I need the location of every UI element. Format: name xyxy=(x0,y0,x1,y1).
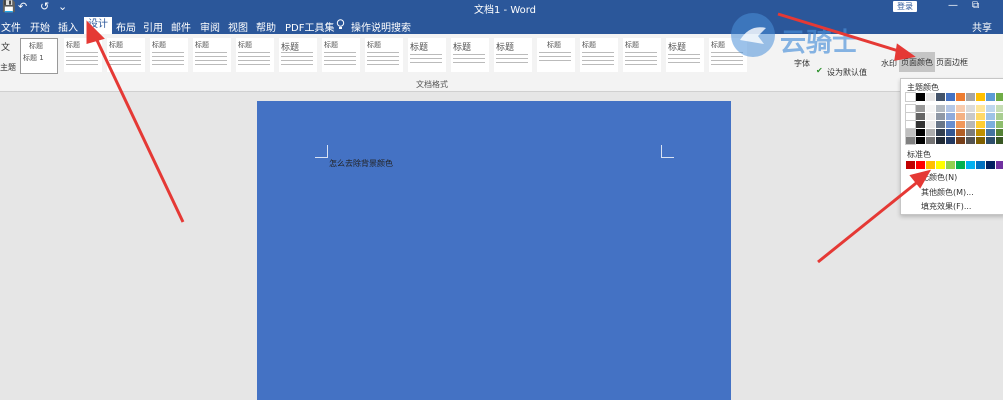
arrow-head-page-color xyxy=(894,43,916,61)
annotation-arrows xyxy=(86,12,932,264)
arrow-to-page-color xyxy=(777,12,903,54)
arrow-to-design-tab xyxy=(93,35,185,223)
arrow-to-no-color xyxy=(817,178,921,264)
arrow-head-design xyxy=(86,20,105,44)
